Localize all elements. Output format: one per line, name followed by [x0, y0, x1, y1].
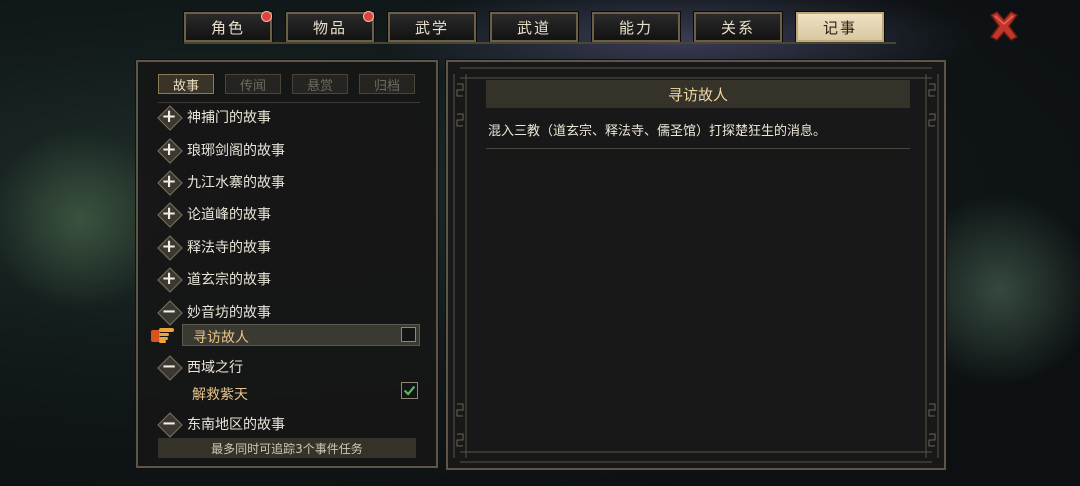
tab-martial-arts[interactable]: 武学	[387, 11, 477, 43]
story-label: 西域之行	[187, 360, 243, 376]
story-label: 九江水寨的故事	[187, 175, 285, 191]
selected-quest-row[interactable]: 寻访故人	[182, 324, 420, 346]
story-item[interactable]: + 九江水寨的故事	[158, 169, 285, 195]
tab-abilities[interactable]: 能力	[591, 11, 681, 43]
tab-label: 物品	[312, 18, 347, 37]
close-x-icon[interactable]	[986, 8, 1022, 44]
tab-label: 关系	[720, 18, 755, 37]
plus-icon[interactable]: +	[158, 139, 180, 161]
story-item[interactable]: + 神捕门的故事	[158, 104, 271, 130]
story-item[interactable]: + 琅琊剑阁的故事	[158, 137, 285, 163]
checkmark-icon[interactable]	[401, 382, 418, 399]
tab-items[interactable]: 物品	[285, 11, 375, 43]
story-label: 道玄宗的故事	[187, 272, 271, 288]
notification-badge	[261, 11, 272, 22]
fret-border-bottom	[460, 451, 932, 463]
minus-icon[interactable]: −	[158, 301, 180, 323]
tab-underline	[184, 42, 896, 44]
track-checkbox[interactable]	[401, 327, 416, 342]
story-label: 释法寺的故事	[187, 240, 271, 256]
story-label: 妙音坊的故事	[187, 305, 271, 321]
tab-label: 能力	[618, 18, 653, 37]
story-item[interactable]: − 东南地区的故事	[158, 411, 285, 437]
story-item[interactable]: + 道玄宗的故事	[158, 266, 271, 292]
plus-icon[interactable]: +	[158, 106, 180, 128]
story-label: 东南地区的故事	[187, 417, 285, 433]
tab-label: 角色	[210, 18, 245, 37]
tab-label: 武学	[414, 18, 449, 37]
minus-icon[interactable]: −	[158, 356, 180, 378]
sub-quest-label[interactable]: 解救紫天	[192, 384, 248, 404]
plus-icon[interactable]: +	[158, 171, 180, 193]
story-item[interactable]: + 论道峰的故事	[158, 201, 271, 227]
tab-label: 武道	[516, 18, 551, 37]
quest-description: 混入三教（道玄宗、释法寺、儒圣馆）打探楚狂生的消息。	[488, 124, 827, 139]
fret-border-right	[925, 74, 939, 458]
story-item[interactable]: − 西域之行	[158, 354, 243, 380]
story-item[interactable]: − 妙音坊的故事	[158, 299, 271, 325]
quest-label: 寻访故人	[193, 330, 249, 346]
story-item[interactable]: + 释法寺的故事	[158, 234, 271, 260]
story-label: 论道峰的故事	[187, 207, 271, 223]
notification-badge	[363, 11, 374, 22]
story-list: + 神捕门的故事 + 琅琊剑阁的故事 + 九江水寨的故事 + 论道峰的故事 + …	[138, 62, 436, 466]
minus-icon[interactable]: −	[158, 413, 180, 435]
plus-icon[interactable]: +	[158, 268, 180, 290]
quest-list-panel: 故事 传闻 悬赏 归档 + 神捕门的故事 + 琅琊剑阁的故事 + 九江水寨的故事…	[135, 59, 439, 469]
quest-detail-panel: 寻访故人 混入三教（道玄宗、释法寺、儒圣馆）打探楚狂生的消息。	[445, 59, 947, 471]
main-tab-bar: 角色 物品 武学 武道 能力 关系 记事	[183, 11, 885, 43]
divider	[486, 148, 910, 149]
story-label: 神捕门的故事	[187, 110, 271, 126]
tab-label: 记事	[822, 18, 857, 37]
tab-relations[interactable]: 关系	[693, 11, 783, 43]
tab-character[interactable]: 角色	[183, 11, 273, 43]
plus-icon[interactable]: +	[158, 203, 180, 225]
plus-icon[interactable]: +	[158, 236, 180, 258]
fret-border-top	[460, 67, 932, 79]
fret-border-left	[453, 74, 467, 458]
story-label: 琅琊剑阁的故事	[187, 143, 285, 159]
tracking-limit-notice: 最多同时可追踪3个事件任务	[158, 438, 416, 458]
tab-journal[interactable]: 记事	[795, 11, 885, 43]
pointing-hand-icon	[151, 328, 174, 343]
tab-martial-path[interactable]: 武道	[489, 11, 579, 43]
quest-title: 寻访故人	[486, 80, 910, 108]
